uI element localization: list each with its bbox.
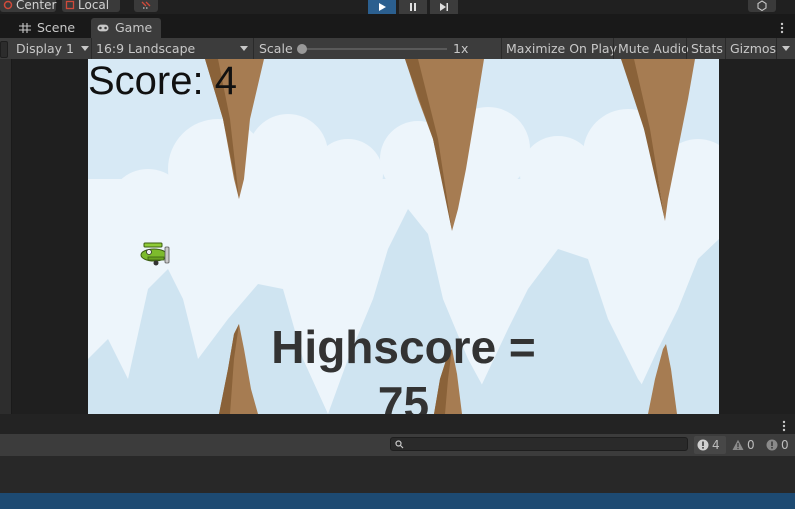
left-side-panel	[0, 59, 12, 414]
gizmos-toggle[interactable]: Gizmos	[730, 38, 776, 59]
error-count-toggle[interactable]: 0	[763, 436, 793, 454]
pause-button[interactable]	[399, 0, 427, 14]
snap-button[interactable]	[134, 0, 158, 12]
divider	[501, 38, 502, 59]
playmode-controls	[368, 0, 460, 14]
search-icon	[395, 440, 404, 449]
step-icon	[440, 3, 448, 11]
divider	[686, 38, 687, 59]
divider	[725, 38, 726, 59]
aspect-caret-icon	[240, 46, 248, 51]
maximize-on-play-toggle[interactable]: Maximize On Play	[506, 38, 617, 59]
highscore-text-line2: 75	[377, 377, 430, 414]
pivot-local-button[interactable]: Local	[62, 0, 120, 12]
play-button[interactable]	[368, 0, 396, 14]
scale-value: 1x	[453, 41, 469, 56]
warning-icon	[732, 439, 744, 450]
console-tab-bar	[0, 414, 795, 435]
console-menu-kebab-icon[interactable]	[779, 418, 789, 432]
display-dropdown[interactable]: Display 1	[11, 38, 96, 59]
warning-count-toggle[interactable]: 0	[729, 436, 760, 454]
pivot-center-button[interactable]: Center	[0, 0, 56, 12]
highscore-text-line1: Highscore =	[271, 321, 536, 373]
scale-slider-thumb[interactable]	[297, 44, 307, 54]
tab-game[interactable]: Game	[91, 18, 161, 38]
display-label: Display 1	[16, 41, 75, 56]
step-button[interactable]	[430, 0, 458, 14]
info-icon	[697, 439, 709, 451]
tab-game-label: Game	[115, 20, 153, 35]
divider	[253, 38, 254, 59]
scale-label: Scale	[259, 41, 293, 56]
tab-scene-label: Scene	[37, 20, 76, 35]
left-panel-handle[interactable]	[0, 41, 8, 58]
log-count: 4	[712, 438, 720, 452]
scene-grid-icon	[19, 23, 31, 33]
tab-menu-kebab-icon[interactable]	[777, 20, 787, 34]
local-space-icon	[65, 0, 75, 10]
warning-count: 0	[747, 438, 755, 452]
pivot-center-label: Center	[16, 0, 57, 12]
console-log-area	[0, 456, 795, 493]
log-count-toggle[interactable]: 4	[694, 436, 726, 454]
gizmos-caret-icon[interactable]	[782, 46, 790, 51]
divider	[776, 38, 777, 59]
aspect-dropdown[interactable]: 16:9 Landscape	[92, 38, 257, 59]
score-text: Score: 4	[88, 59, 237, 103]
error-count: 0	[781, 438, 789, 452]
gamepad-icon	[97, 24, 109, 32]
pivot-local-label: Local	[78, 0, 110, 12]
pause-icon	[410, 3, 416, 11]
scale-slider-track[interactable]	[300, 48, 447, 50]
collab-icon	[757, 0, 767, 11]
display-caret-icon	[81, 46, 89, 51]
error-icon	[766, 439, 778, 451]
status-bar	[0, 493, 795, 509]
collab-button[interactable]	[748, 0, 776, 12]
mute-audio-toggle[interactable]: Mute Audio	[618, 38, 689, 59]
game-viewport[interactable]: Score: 4 Highscore = 75	[88, 59, 719, 414]
tab-scene[interactable]: Scene	[11, 18, 91, 38]
stats-toggle[interactable]: Stats	[691, 38, 723, 59]
aspect-label: 16:9 Landscape	[96, 41, 196, 56]
console-search-input[interactable]	[390, 437, 688, 451]
play-icon	[379, 3, 386, 11]
pivot-icon	[3, 0, 13, 10]
snap-icon	[141, 1, 151, 9]
player-plane	[140, 242, 170, 266]
divider	[613, 38, 614, 59]
